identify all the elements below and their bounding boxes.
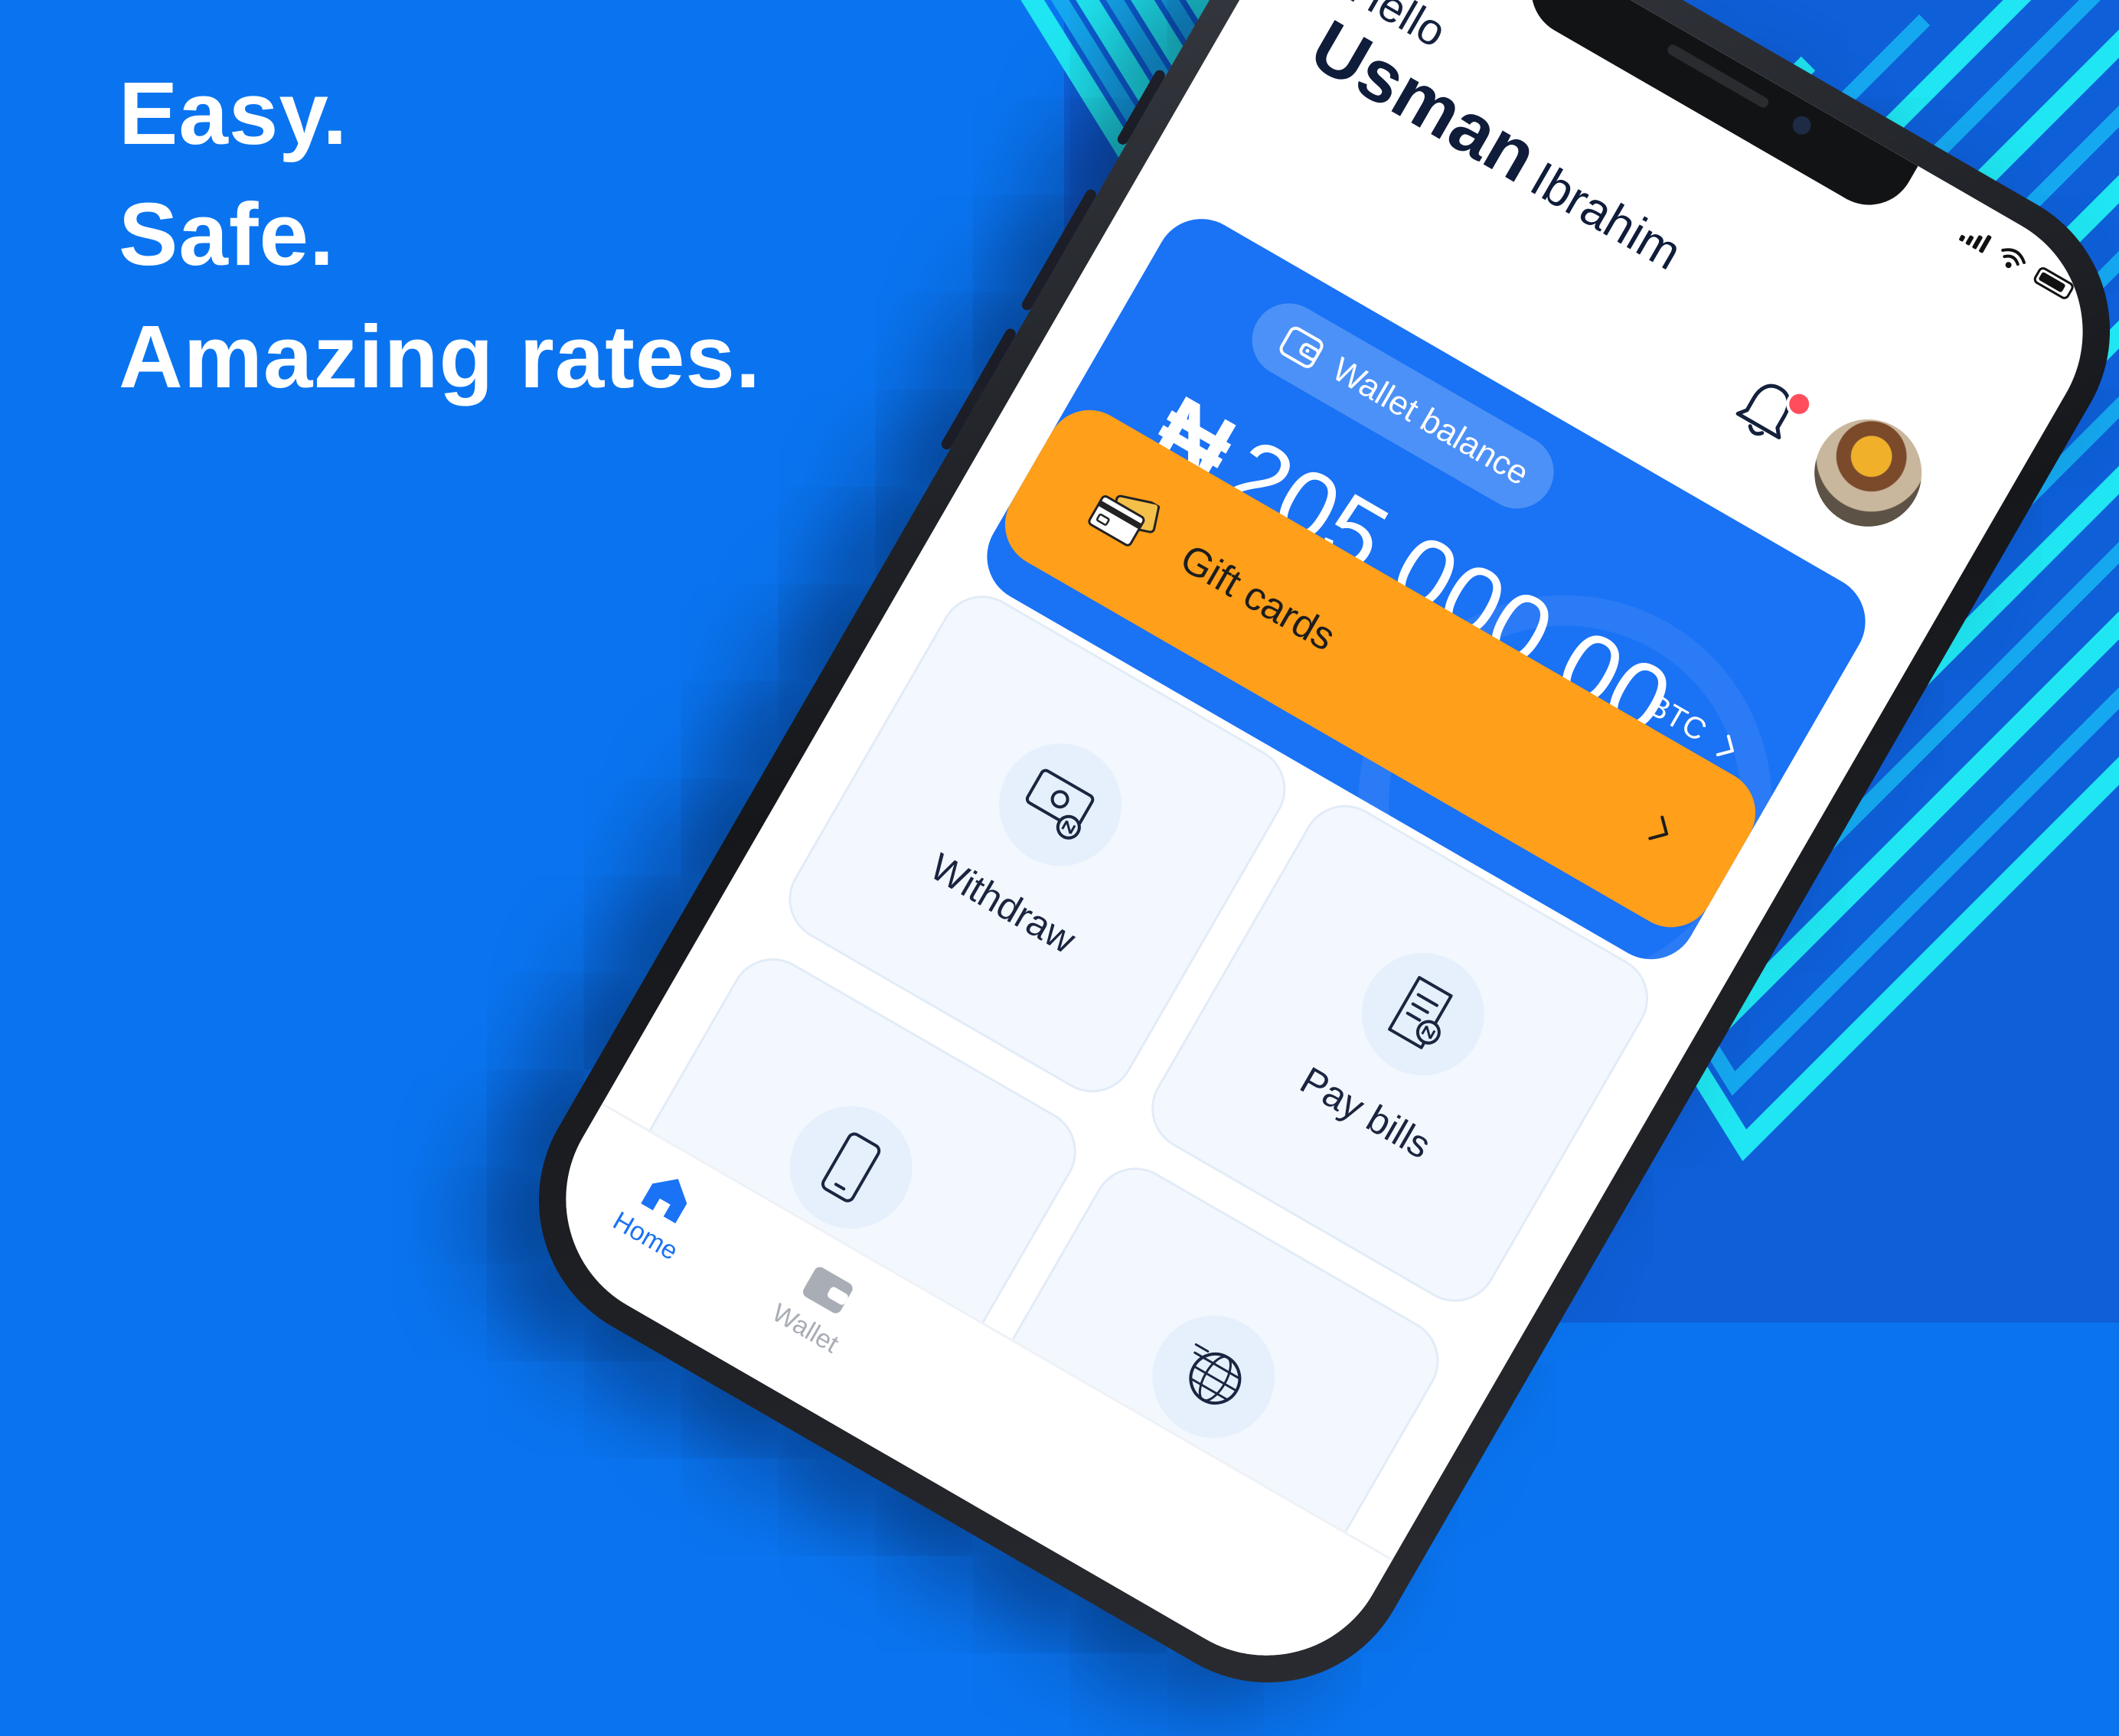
wifi-icon	[2001, 248, 2026, 269]
user-last-name: Ibrahim	[1521, 151, 1691, 281]
cash-withdraw-icon	[1025, 768, 1094, 840]
pay-bills-icon-wrap	[1339, 930, 1507, 1098]
wallet-icon	[1279, 326, 1324, 368]
headline-line-1: Easy.	[119, 64, 348, 163]
avatar[interactable]	[1794, 400, 1941, 547]
phone-camera	[1789, 113, 1815, 139]
globe-data-icon	[1188, 1343, 1241, 1405]
headline-line-2: Safe.	[119, 184, 335, 284]
bill-receipt-icon	[1387, 975, 1453, 1049]
signal-icon	[1958, 223, 1993, 254]
headline-line-3: Amazing rates.	[119, 307, 762, 406]
tab-wallet[interactable]: Wallet	[767, 1254, 870, 1359]
phone-icon	[821, 1132, 880, 1202]
withdraw-icon-wrap	[976, 720, 1144, 889]
gift-card-icon	[1088, 494, 1161, 547]
tab-home[interactable]: Home	[608, 1159, 710, 1267]
